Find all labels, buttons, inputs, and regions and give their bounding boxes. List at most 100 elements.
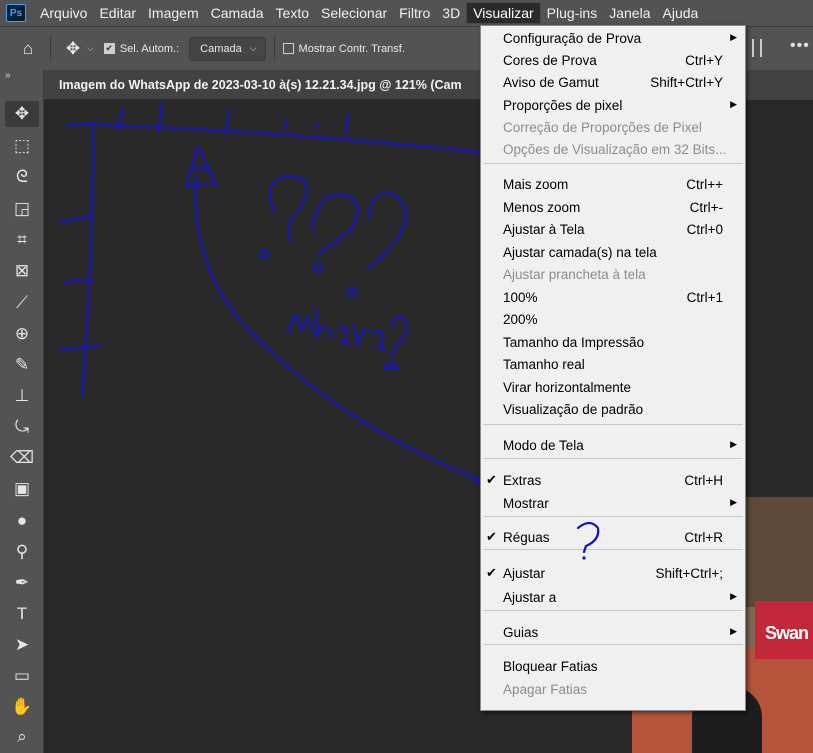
submenu-arrow-icon: ▶ <box>730 626 737 636</box>
collapse-panel-icon[interactable]: » <box>5 70 11 81</box>
tools-panel: » ✥ ⬚ ᘓ ◲ ⌗ ⊠ ⟋ ⊕ ✎ ⊥ ⤿ ⌫ ▣ ● ⚲ ✒ T ➤ ▭ ✋ ⌕ <box>0 70 44 753</box>
options-divider <box>273 35 275 62</box>
menu-imagem[interactable]: Imagem <box>142 0 205 26</box>
menu-item-100[interactable]: 100% Ctrl+1 <box>481 287 745 309</box>
path-selection-tool-icon[interactable]: ➤ <box>5 632 39 658</box>
menu-item-shortcut: Ctrl+Y <box>685 53 723 68</box>
menu-item-ajustar-a-tela[interactable]: Ajustar à Tela Ctrl+0 <box>481 219 745 241</box>
align-icon[interactable] <box>752 39 762 57</box>
marquee-tool-icon[interactable]: ⬚ <box>5 133 39 159</box>
menu-item-label: Guias <box>503 625 539 640</box>
menu-item-label: 100% <box>503 290 538 305</box>
menu-item-visualizacao-de-padrao[interactable]: Visualização de padrão <box>481 399 745 421</box>
dodge-tool-icon[interactable]: ⚲ <box>5 539 39 565</box>
history-brush-tool-icon[interactable]: ⤿ <box>5 414 39 440</box>
visualizar-menu: Configuração de Prova ▶ Cores de Prova Ctrl… <box>480 25 746 711</box>
auto-select-target-value: Camada <box>200 42 242 55</box>
rectangle-tool-icon[interactable]: ▭ <box>5 663 39 689</box>
auto-select-checkbox[interactable]: ✔ <box>103 43 115 54</box>
checkmark-icon: ✔ <box>486 472 497 487</box>
menu-item-label: Ajustar prancheta à tela <box>503 267 646 282</box>
menu-item-ajustar[interactable]: ✔ Ajustar Shift+Ctrl+; <box>481 563 745 585</box>
show-transform-checkbox[interactable] <box>282 43 294 54</box>
document-tab-strip <box>745 70 813 100</box>
menu-texto[interactable]: Texto <box>270 0 315 26</box>
menu-editar[interactable]: Editar <box>93 0 142 26</box>
menu-item-virar-horizontalmente[interactable]: Virar horizontalmente <box>481 377 745 399</box>
menu-selecionar[interactable]: Selecionar <box>315 0 393 26</box>
type-tool-icon[interactable]: T <box>5 601 39 627</box>
move-icon[interactable]: ✥ <box>59 39 87 59</box>
gradient-tool-icon[interactable]: ▣ <box>5 476 39 502</box>
menu-item-ajustar-camada-s-na-tela[interactable]: Ajustar camada(s) na tela <box>481 242 745 264</box>
menu-item-modo-de-tela[interactable]: Modo de Tela ▶ <box>481 435 745 457</box>
menu-item-extras[interactable]: ✔ Extras Ctrl+H <box>481 470 745 492</box>
menu-arquivo[interactable]: Arquivo <box>34 0 93 26</box>
pen-tool-icon[interactable]: ✒ <box>5 570 39 596</box>
menu-filtro[interactable]: Filtro <box>393 0 436 26</box>
move-tool-icon[interactable]: ✥ <box>5 101 39 127</box>
menu-item-configuracao-de-prova[interactable]: Configuração de Prova ▶ <box>481 28 745 50</box>
eyedropper-tool-icon[interactable]: ⟋ <box>5 290 39 316</box>
menu-item-label: Proporções de pixel <box>503 98 623 113</box>
menu-visualizar[interactable]: Visualizar <box>466 2 541 24</box>
submenu-arrow-icon: ▶ <box>730 591 737 601</box>
document-tab[interactable]: Imagem do WhatsApp de 2023-03-10 à(s) 12… <box>44 70 480 100</box>
menu-item-mostrar[interactable]: Mostrar ▶ <box>481 493 745 515</box>
menu-item-label: Ajustar à Tela <box>503 222 585 237</box>
menu-item-reguas[interactable]: ✔ Réguas Ctrl+R <box>481 527 745 549</box>
zoom-tool-icon[interactable]: ⌕ <box>5 724 39 750</box>
menu-plug-ins[interactable]: Plug-ins <box>541 0 604 26</box>
show-transform-label: Mostrar Contr. Transf. <box>298 42 405 55</box>
options-divider <box>50 35 51 62</box>
menu-item-label: Configuração de Prova <box>503 31 642 46</box>
menu-item-label: Tamanho da Impressão <box>503 335 645 350</box>
menu-item-mais-zoom[interactable]: Mais zoom Ctrl++ <box>481 174 745 196</box>
menu-item-200[interactable]: 200% <box>481 309 745 331</box>
crop-tool-icon[interactable]: ⌗ <box>5 227 39 253</box>
brush-tool-icon[interactable]: ✎ <box>5 352 39 378</box>
hand-tool-icon[interactable]: ✋ <box>5 694 39 720</box>
menu-item-label: Bloquear Fatias <box>503 659 598 674</box>
eraser-tool-icon[interactable]: ⌫ <box>5 445 39 471</box>
menu-item-proporcoes-de-pixel[interactable]: Proporções de pixel ▶ <box>481 95 745 117</box>
menu-item-apagar-fatias: Apagar Fatias <box>481 679 745 701</box>
frame-tool-icon[interactable]: ⊠ <box>5 258 39 284</box>
menu-item-ajustar-a[interactable]: Ajustar a ▶ <box>481 587 745 609</box>
menu-separator <box>483 516 743 517</box>
menu-ajuda[interactable]: Ajuda <box>657 0 705 26</box>
menu-item-label: Apagar Fatias <box>503 682 588 697</box>
lasso-tool-icon[interactable]: ᘓ <box>5 164 39 190</box>
menu-item-shortcut: Ctrl+1 <box>686 290 723 305</box>
menu-item-menos-zoom[interactable]: Menos zoom Ctrl+- <box>481 197 745 219</box>
checkmark-icon: ✔ <box>486 565 497 580</box>
submenu-arrow-icon: ▶ <box>730 99 737 109</box>
menu-janela[interactable]: Janela <box>603 0 656 26</box>
menu-item-ajustar-prancheta-a-tela: Ajustar prancheta à tela <box>481 264 745 286</box>
menu-item-label: Correção de Proporções de Pixel <box>503 120 702 135</box>
menu-3d[interactable]: 3D <box>436 0 466 26</box>
menu-item-bloquear-fatias[interactable]: Bloquear Fatias <box>481 656 745 678</box>
menu-separator <box>483 458 743 459</box>
menu-item-shortcut: Ctrl++ <box>686 177 723 192</box>
menu-item-tamanho-real[interactable]: Tamanho real <box>481 354 745 376</box>
object-selection-tool-icon[interactable]: ◲ <box>5 196 39 222</box>
menu-item-aviso-de-gamut[interactable]: Aviso de Gamut Shift+Ctrl+Y <box>481 72 745 94</box>
menu-item-tamanho-da-impressao[interactable]: Tamanho da Impressão <box>481 332 745 354</box>
menu-item-label: Ajustar a <box>503 590 557 605</box>
blur-tool-icon[interactable]: ● <box>5 508 39 534</box>
home-icon[interactable]: ⌂ <box>14 39 42 59</box>
menu-separator <box>483 163 743 164</box>
auto-select-target-dropdown[interactable]: Camada ⌵ <box>189 36 266 61</box>
menu-item-guias[interactable]: Guias ▶ <box>481 622 745 644</box>
clone-stamp-tool-icon[interactable]: ⊥ <box>5 383 39 409</box>
menu-camada[interactable]: Camada <box>205 0 270 26</box>
chevron-down-icon[interactable]: ⌵ <box>87 43 94 54</box>
more-options-icon[interactable]: ••• <box>790 37 810 55</box>
menu-item-correcao-de-proporcoes-de-pixel: Correção de Proporções de Pixel <box>481 117 745 139</box>
healing-brush-tool-icon[interactable]: ⊕ <box>5 321 39 347</box>
menu-item-label: Virar horizontalmente <box>503 380 632 395</box>
menu-item-label: Ajustar <box>503 566 546 581</box>
menu-item-shortcut: Ctrl+R <box>684 530 723 545</box>
menu-item-cores-de-prova[interactable]: Cores de Prova Ctrl+Y <box>481 50 745 72</box>
